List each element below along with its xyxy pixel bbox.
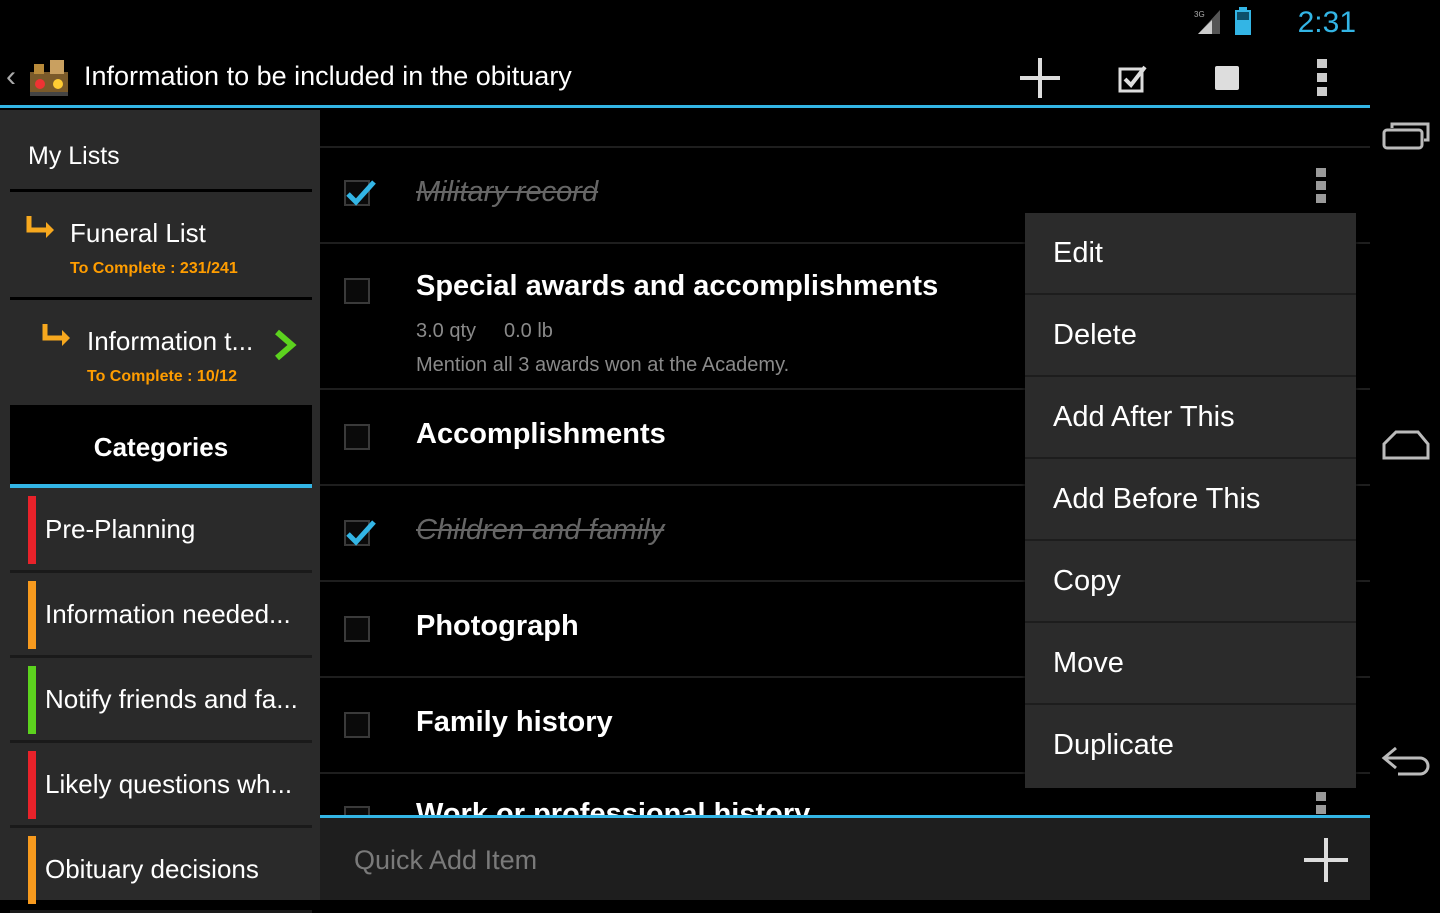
item-checkbox[interactable] xyxy=(344,424,370,450)
status-bar: 3G 2:31 xyxy=(0,0,1370,46)
category-label: Pre-Planning xyxy=(45,514,196,544)
menu-item-move[interactable]: Move xyxy=(1025,623,1356,705)
item-title: Work or professional history xyxy=(416,798,811,815)
item-note: Mention all 3 awards won at the Academy. xyxy=(416,354,790,376)
menu-item-add-after[interactable]: Add After This xyxy=(1025,377,1356,459)
item-checkbox[interactable] xyxy=(344,180,376,206)
category-label: Information needed... xyxy=(45,599,291,629)
check-icon xyxy=(346,180,376,206)
item-title: Photograph xyxy=(416,610,579,642)
categories-label: Categories xyxy=(93,432,229,462)
quick-add-bar xyxy=(320,815,1370,900)
svg-text:3G: 3G xyxy=(1194,10,1205,19)
add-item-button[interactable] xyxy=(1010,52,1070,104)
menu-item-label: Move xyxy=(1053,647,1124,679)
signal-icon: 3G xyxy=(1194,10,1220,34)
menu-item-label: Edit xyxy=(1053,237,1103,269)
item-weight: 0.0 lb xyxy=(504,320,553,342)
item-quantity: 3.0 qty xyxy=(416,320,477,342)
uncheck-all-button[interactable] xyxy=(1197,52,1257,104)
category-item[interactable]: Information needed... xyxy=(10,575,312,658)
category-color-bar xyxy=(28,666,36,734)
category-label: Obituary decisions xyxy=(45,854,259,884)
category-label: Likely questions wh... xyxy=(45,769,293,799)
check-all-button[interactable] xyxy=(1103,52,1163,104)
item-checkbox[interactable] xyxy=(344,806,370,815)
item-checkbox[interactable] xyxy=(344,712,370,738)
item-title: Accomplishments xyxy=(416,418,666,450)
menu-item-duplicate[interactable]: Duplicate xyxy=(1025,705,1356,787)
category-color-bar xyxy=(28,496,36,564)
menu-item-delete[interactable]: Delete xyxy=(1025,295,1356,377)
uncheck-all-icon xyxy=(1215,66,1239,90)
quick-add-input[interactable] xyxy=(352,844,1256,877)
list-progress: To Complete : 10/12 xyxy=(87,368,237,385)
item-checkbox[interactable] xyxy=(344,520,376,546)
menu-item-edit[interactable]: Edit xyxy=(1025,213,1356,295)
category-color-bar xyxy=(28,581,36,649)
my-lists-label: My Lists xyxy=(28,142,120,170)
quick-add-button[interactable] xyxy=(1302,836,1350,884)
subdirectory-arrow-icon xyxy=(42,324,70,346)
category-item[interactable]: Notify friends and fa... xyxy=(10,660,312,743)
action-bar: ‹ Information to be included in the obit… xyxy=(0,46,1370,108)
list-name: Information t... xyxy=(87,326,254,356)
category-item[interactable]: Obituary decisions xyxy=(10,830,312,913)
item-title: Military record xyxy=(416,176,599,208)
subdirectory-arrow-icon xyxy=(26,216,54,238)
menu-item-label: Add After This xyxy=(1053,401,1235,433)
list-item-information[interactable]: Information t... To Complete : 10/12 xyxy=(10,302,312,408)
item-title: Family history xyxy=(416,706,613,738)
battery-icon xyxy=(1235,7,1251,35)
check-all-icon xyxy=(1118,65,1147,93)
category-color-bar xyxy=(28,836,36,904)
system-nav-bar xyxy=(1370,0,1440,900)
item-overflow-icon[interactable] xyxy=(1316,792,1328,815)
list-item-funeral-list[interactable]: Funeral List To Complete : 231/241 xyxy=(10,194,312,300)
add-icon xyxy=(1020,58,1060,98)
page-title: Information to be included in the obitua… xyxy=(84,61,572,91)
item-title: Children and family xyxy=(416,514,665,546)
item-overflow-icon[interactable] xyxy=(1316,168,1328,207)
my-lists-header[interactable]: My Lists xyxy=(10,110,312,192)
category-color-bar xyxy=(28,751,36,819)
chevron-right-icon xyxy=(275,329,297,361)
category-item[interactable]: Pre-Planning xyxy=(10,490,312,573)
sidebar: My Lists Funeral List To Complete : 231/… xyxy=(0,110,320,913)
overflow-menu-button[interactable] xyxy=(1292,52,1352,104)
back-chevron-icon[interactable]: ‹ xyxy=(6,60,16,94)
list-name: Funeral List xyxy=(70,218,206,248)
recent-apps-icon[interactable] xyxy=(1380,110,1432,162)
category-item[interactable]: Likely questions wh... xyxy=(10,745,312,828)
menu-item-label: Delete xyxy=(1053,319,1137,351)
menu-item-add-before[interactable]: Add Before This xyxy=(1025,459,1356,541)
overflow-menu-icon xyxy=(1317,59,1327,96)
check-icon xyxy=(346,520,376,546)
clock: 2:31 xyxy=(1297,6,1356,39)
app-logo-icon[interactable] xyxy=(26,54,72,100)
item-context-menu: Edit Delete Add After This Add Before Th… xyxy=(1025,213,1356,788)
list-progress: To Complete : 231/241 xyxy=(70,260,238,277)
back-icon[interactable] xyxy=(1380,736,1432,788)
item-title: Special awards and accomplishments xyxy=(416,270,939,302)
menu-item-label: Add Before This xyxy=(1053,483,1261,515)
menu-item-label: Duplicate xyxy=(1053,729,1174,761)
item-checkbox[interactable] xyxy=(344,616,370,642)
item-checkbox[interactable] xyxy=(344,278,370,304)
category-label: Notify friends and fa... xyxy=(45,684,298,714)
menu-item-copy[interactable]: Copy xyxy=(1025,541,1356,623)
menu-item-label: Copy xyxy=(1053,565,1121,597)
home-icon[interactable] xyxy=(1380,420,1432,472)
categories-header: Categories xyxy=(10,408,312,488)
